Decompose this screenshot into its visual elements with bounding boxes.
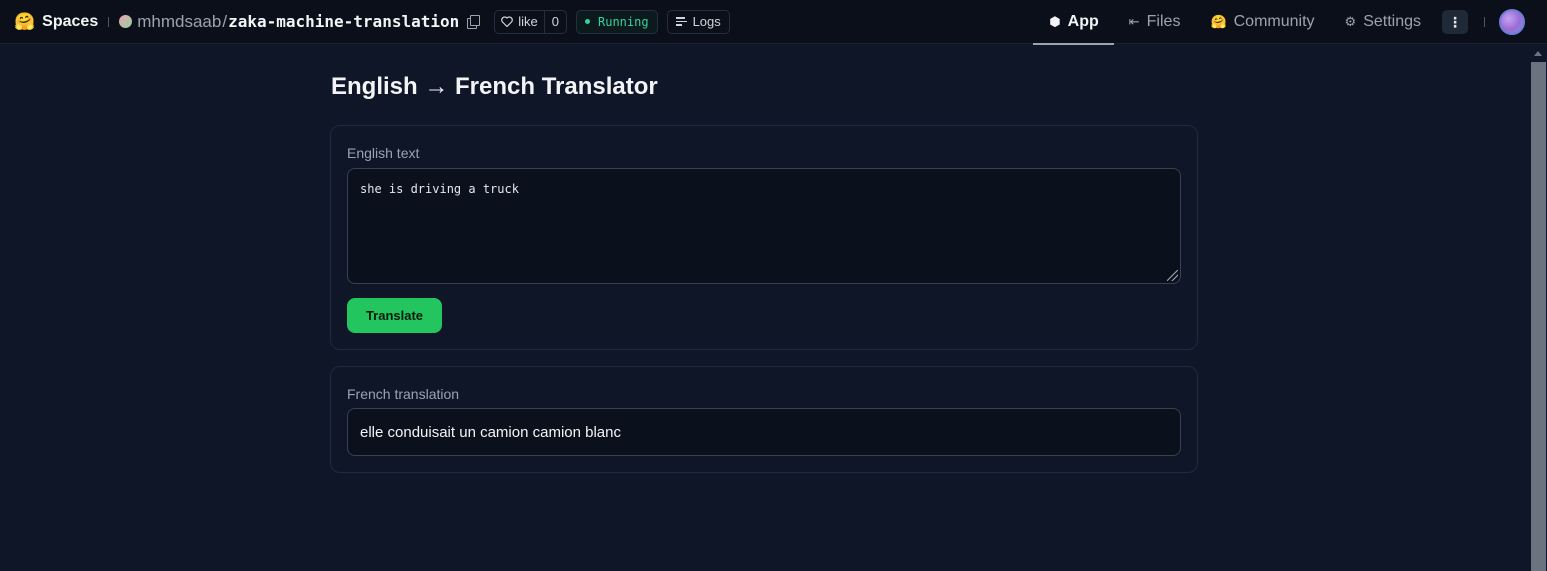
divider <box>108 16 110 27</box>
tab-app[interactable]: ⬢ App <box>1033 0 1115 45</box>
heart-icon <box>501 16 514 27</box>
more-options-button[interactable]: ⋮ <box>1442 10 1468 34</box>
logs-icon <box>675 17 687 26</box>
tab-settings[interactable]: ⚙ Settings <box>1330 0 1436 44</box>
output-panel: French translation elle conduisait un ca… <box>330 366 1198 473</box>
space-name-link[interactable]: zaka-machine-translation <box>228 12 459 31</box>
status-dot-icon <box>585 19 590 24</box>
gear-icon: ⚙ <box>1344 14 1357 29</box>
like-button[interactable]: like 0 <box>494 9 567 34</box>
tab-app-label: App <box>1067 13 1099 30</box>
french-translation-label: French translation <box>347 386 460 402</box>
kebab-icon: ⋮ <box>1448 13 1462 30</box>
like-count[interactable]: 0 <box>543 10 566 33</box>
cube-icon: ⬢ <box>1049 14 1061 29</box>
input-panel: English text she is driving a truck Tran… <box>330 125 1198 350</box>
french-translation-output[interactable]: elle conduisait un camion camion blanc <box>347 408 1181 456</box>
copy-icon[interactable] <box>467 15 481 29</box>
owner-avatar <box>119 15 133 28</box>
resize-handle-icon[interactable] <box>1167 270 1178 281</box>
english-text-label: English text <box>347 145 420 161</box>
divider <box>1484 17 1485 27</box>
tab-files-label: Files <box>1146 13 1181 30</box>
hugging-face-logo-icon: 🤗 <box>14 11 36 31</box>
files-icon: ⇤ <box>1128 14 1140 29</box>
user-avatar[interactable] <box>1499 9 1525 35</box>
scroll-up-arrow-icon[interactable] <box>1534 51 1542 56</box>
tab-files[interactable]: ⇤ Files <box>1114 0 1196 44</box>
status-label: Running <box>598 14 649 29</box>
logs-label: Logs <box>692 14 721 29</box>
like-label: like <box>518 14 538 29</box>
page-title: English → French Translator <box>331 73 658 100</box>
tab-community-label: Community <box>1233 13 1315 30</box>
like-toggle[interactable]: like <box>495 11 544 33</box>
spaces-link[interactable]: 🤗 Spaces <box>14 12 98 32</box>
english-text-value: she is driving a truck <box>360 182 519 196</box>
repo-breadcrumb: mhmdsaab / zaka-machine-translation <box>119 11 481 32</box>
scrollbar-thumb[interactable] <box>1531 62 1546 571</box>
community-icon: 🤗 <box>1210 14 1227 29</box>
spaces-label: Spaces <box>42 12 99 30</box>
tab-settings-label: Settings <box>1363 13 1421 30</box>
tab-community[interactable]: 🤗 Community <box>1195 0 1329 44</box>
logs-button[interactable]: Logs <box>666 9 730 34</box>
owner-link[interactable]: mhmdsaab <box>137 12 221 32</box>
translate-button[interactable]: Translate <box>347 298 442 333</box>
scrollbar[interactable] <box>1530 44 1547 571</box>
french-translation-value: elle conduisait un camion camion blanc <box>360 423 621 441</box>
english-text-input[interactable]: she is driving a truck <box>347 168 1181 284</box>
space-nav: ⬢ App ⇤ Files 🤗 Community ⚙ Settings ⋮ <box>1033 0 1547 45</box>
status-badge[interactable]: Running <box>576 9 658 34</box>
breadcrumb-separator: / <box>222 11 228 31</box>
top-bar: 🤗 Spaces mhmdsaab / zaka-machine-transla… <box>0 0 1547 45</box>
